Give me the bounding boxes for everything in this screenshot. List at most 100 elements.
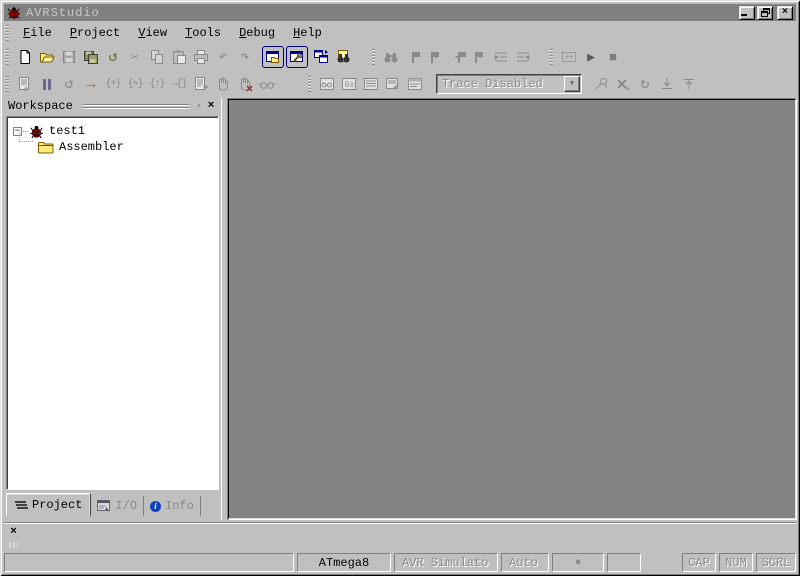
break-button[interactable] — [212, 73, 234, 95]
copy-button[interactable] — [146, 46, 168, 68]
save-button[interactable] — [58, 46, 80, 68]
output-pane-grip — [9, 542, 18, 548]
menu-grip[interactable] — [6, 25, 9, 41]
menu-help[interactable]: Help — [284, 24, 331, 42]
print-icon — [193, 49, 209, 65]
menu-debug[interactable]: Debug — [230, 24, 284, 42]
next-bookmark-button[interactable]: ▸ — [424, 46, 446, 68]
toolbar-edit-grip[interactable] — [372, 49, 375, 65]
led-icon: ● — [575, 557, 582, 569]
auto-step-icon — [193, 76, 209, 92]
reset-button[interactable]: ↺ — [58, 73, 80, 95]
platform-label: AVR Simulato — [402, 556, 488, 570]
find-button[interactable] — [380, 46, 402, 68]
stop-button[interactable]: ■ — [602, 46, 624, 68]
window-title: AVRStudio — [26, 6, 100, 20]
window-controls: × — [737, 6, 793, 20]
trace-window-icon: ++ — [561, 49, 577, 65]
message-window-button[interactable] — [404, 73, 426, 95]
menu-file[interactable]: File — [14, 24, 61, 42]
menu-view[interactable]: View — [129, 24, 176, 42]
cut-button[interactable]: ✂ — [124, 46, 146, 68]
arrow-up-to-line-icon — [681, 76, 697, 92]
pause-icon — [43, 79, 51, 90]
redo-button[interactable]: ↷ — [234, 46, 256, 68]
mode-label: Auto — [509, 556, 538, 570]
status-platform-panel: AVR Simulato — [394, 553, 498, 572]
status-spacer — [644, 553, 682, 572]
show-next-statement-button[interactable] — [14, 73, 36, 95]
register-window-button[interactable]: 0x — [338, 73, 360, 95]
auto-step-button[interactable] — [190, 73, 212, 95]
step-out-button[interactable]: {↑} — [146, 73, 168, 95]
menu-tools[interactable]: Tools — [176, 24, 230, 42]
quickwatch-button[interactable] — [256, 73, 278, 95]
toolbar-run-grip[interactable] — [550, 49, 553, 65]
clear-bookmarks-button[interactable]: × — [468, 46, 490, 68]
toggle-bookmark-button[interactable] — [402, 46, 424, 68]
output-pane: × — [4, 522, 796, 549]
paste-button[interactable] — [168, 46, 190, 68]
io-tab-icon — [97, 500, 111, 512]
indent-button[interactable] — [490, 46, 512, 68]
cascade-windows-button[interactable] — [310, 46, 332, 68]
save-all-button[interactable] — [80, 46, 102, 68]
workspace-collapse-button[interactable]: ▲ — [193, 100, 205, 112]
minimize-button[interactable] — [739, 6, 755, 20]
step-down-button[interactable] — [656, 73, 678, 95]
minimize-icon — [741, 14, 747, 16]
memory-window-button[interactable] — [360, 73, 382, 95]
reset-loop-icon: ↻ — [640, 77, 649, 92]
new-trace-window-button[interactable]: ++ — [558, 46, 580, 68]
workspace-header: Workspace ▲ × — [4, 98, 221, 114]
combobox-dropdown-button[interactable]: ▼ — [564, 76, 580, 92]
tree-row-assembler[interactable]: Assembler — [9, 139, 216, 155]
run-button[interactable]: ▶ — [580, 46, 602, 68]
title-bar: AVRStudio × — [4, 4, 796, 21]
toolbar-views-grip[interactable] — [308, 76, 311, 92]
app-icon — [7, 6, 21, 20]
pause-button[interactable] — [36, 73, 58, 95]
open-file-button[interactable] — [36, 46, 58, 68]
restore-icon — [761, 8, 770, 17]
toggle-output-button[interactable] — [286, 46, 308, 68]
run-to-cursor-button[interactable]: →{} — [168, 73, 190, 95]
tab-project[interactable]: Project — [6, 493, 91, 516]
find-in-files-button[interactable] — [332, 46, 354, 68]
save-icon — [61, 49, 77, 65]
workspace-drag-grip[interactable] — [83, 104, 189, 109]
outdent-button[interactable] — [512, 46, 534, 68]
new-file-button[interactable] — [14, 46, 36, 68]
caps-label: CAP — [688, 556, 710, 570]
remove-breakpoints-button[interactable] — [234, 73, 256, 95]
toggle-breakpoint-button[interactable] — [590, 73, 612, 95]
revert-button[interactable]: ↺ — [102, 46, 124, 68]
trace-mode-combobox[interactable]: Trace Disabled ▼ — [436, 74, 582, 94]
bookmark-icon — [412, 52, 414, 63]
tree-row-project[interactable]: − test1 — [9, 123, 216, 139]
bookmark-icon — [431, 52, 433, 63]
step-up-button[interactable] — [678, 73, 700, 95]
step-button[interactable]: → — [80, 73, 102, 95]
workspace-splitter[interactable] — [221, 98, 228, 520]
previous-bookmark-button[interactable]: ◂ — [446, 46, 468, 68]
menu-project[interactable]: Project — [61, 24, 129, 42]
watch-window-button[interactable] — [316, 73, 338, 95]
close-button[interactable]: × — [777, 6, 793, 20]
tab-io[interactable]: I/O — [91, 496, 144, 516]
peripheral-window-button[interactable] — [382, 73, 404, 95]
restore-button[interactable] — [757, 6, 773, 20]
trace-into-button[interactable]: {+} — [102, 73, 124, 95]
clear-all-breakpoints-button[interactable] — [612, 73, 634, 95]
workspace-close-button[interactable]: × — [205, 100, 217, 112]
step-over-button[interactable]: {↷} — [124, 73, 146, 95]
toolbar1-grip[interactable] — [6, 49, 9, 65]
toggle-workspace-button[interactable] — [262, 46, 284, 68]
undo-button[interactable]: ↶ — [212, 46, 234, 68]
output-close-button[interactable]: × — [8, 526, 19, 537]
toolbar-debug-grip[interactable] — [6, 76, 9, 92]
reset-simulator-button[interactable]: ↻ — [634, 73, 656, 95]
find-in-files-icon — [335, 49, 351, 65]
tab-info[interactable]: i Info — [144, 496, 201, 516]
print-button[interactable] — [190, 46, 212, 68]
